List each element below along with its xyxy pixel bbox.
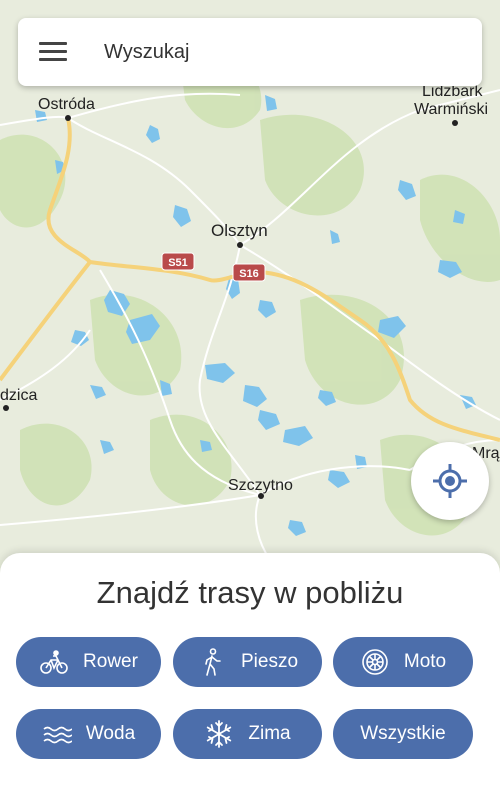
place-label-olsztyn: Olsztyn [211, 221, 268, 240]
category-button-pieszo[interactable]: Pieszo [173, 637, 322, 687]
category-label: Woda [85, 723, 136, 744]
bicycle-icon [39, 647, 69, 677]
category-button-woda[interactable]: Woda [16, 709, 161, 759]
place-label-warminski: Warmiński [414, 101, 488, 118]
menu-button[interactable] [18, 18, 88, 86]
nearby-routes-sheet: Znajdź trasy w pobliżu Rower Pieszo Moto… [0, 553, 500, 794]
place-label-ostroda: Ostróda [38, 96, 95, 113]
place-label-szczytno: Szczytno [228, 477, 293, 494]
road-ref-s16: S16 [239, 268, 259, 280]
road-ref-s51: S51 [168, 257, 188, 269]
category-label: Zima [248, 723, 291, 744]
search-input[interactable]: Wyszukaj [104, 41, 189, 64]
sheet-title: Znajdź trasy w pobliżu [96, 575, 404, 610]
category-button-zima[interactable]: Zima [173, 709, 322, 759]
category-label: Moto [403, 651, 447, 672]
wheel-icon [360, 647, 390, 677]
category-button-moto[interactable]: Moto [333, 637, 473, 687]
category-button-wszystkie[interactable]: Wszystkie [333, 709, 473, 759]
search-bar[interactable]: Wyszukaj [18, 18, 482, 86]
category-label: Wszystkie [360, 723, 446, 744]
snowflake-icon [204, 719, 234, 749]
category-button-rower[interactable]: Rower [16, 637, 161, 687]
hamburger-icon [39, 42, 67, 62]
waves-icon [42, 719, 72, 749]
road-shield-s51: S51 [161, 252, 195, 271]
category-label: Pieszo [240, 651, 299, 672]
my-location-button[interactable] [411, 442, 489, 520]
crosshair-icon [433, 464, 467, 498]
category-label: Rower [83, 651, 138, 672]
road-shield-s16: S16 [232, 263, 266, 282]
walking-icon [197, 647, 227, 677]
place-label-dzica: dzica [0, 387, 37, 404]
